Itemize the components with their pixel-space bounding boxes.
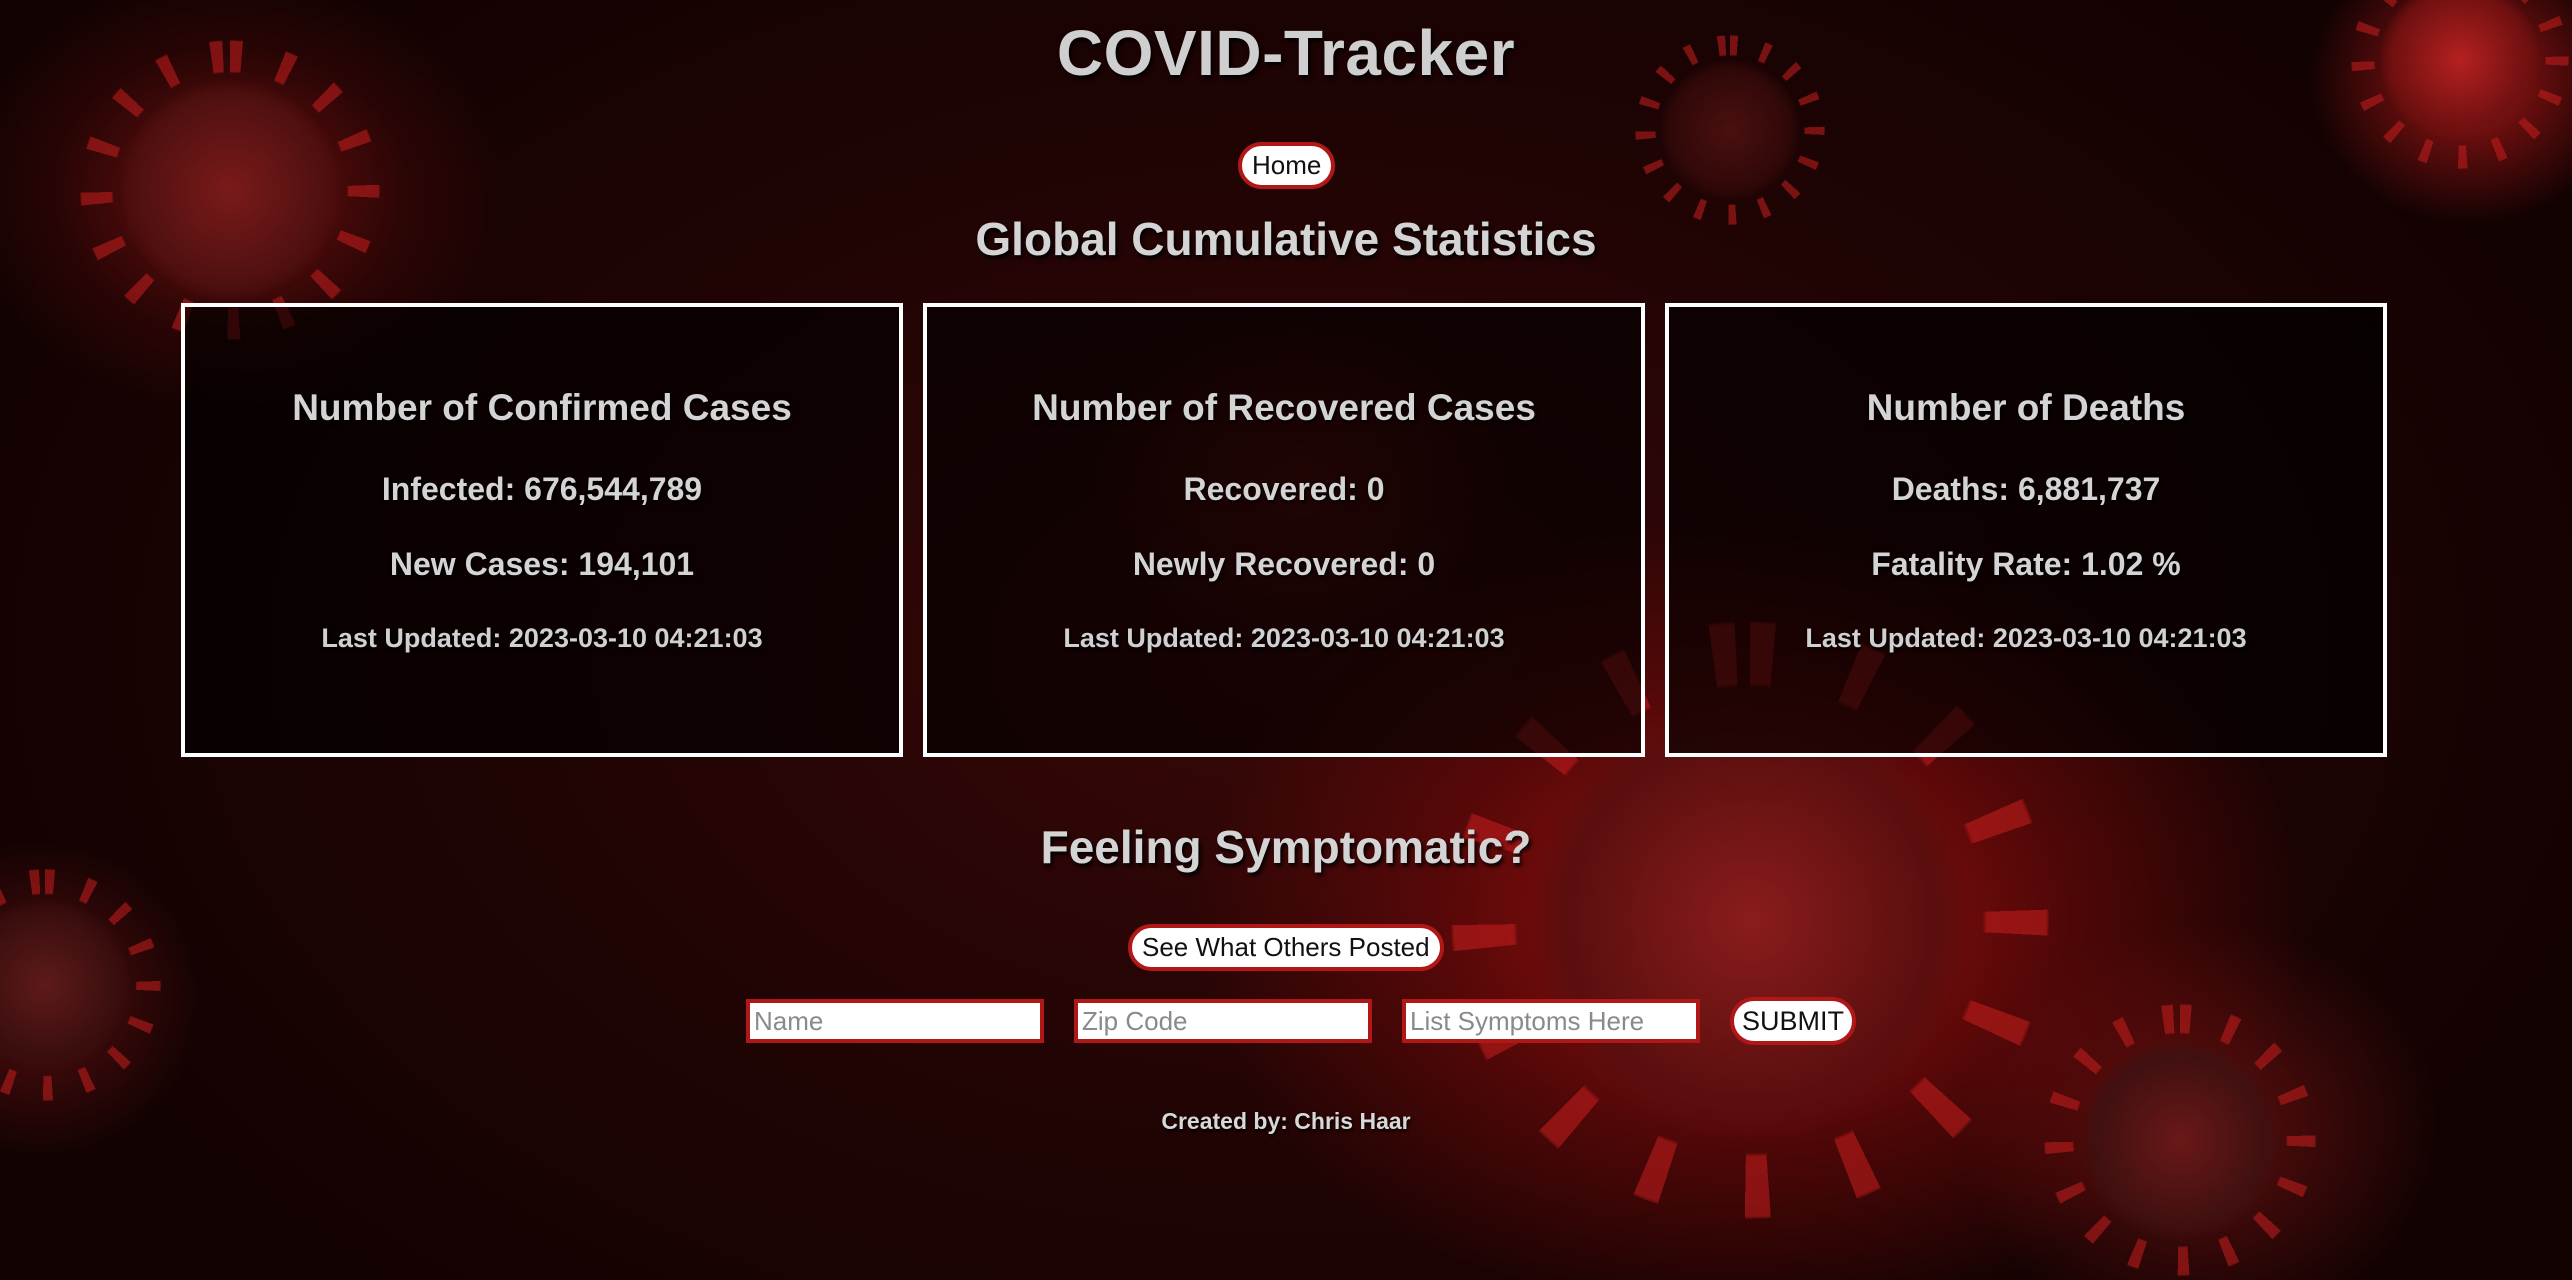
card-title: Number of Deaths — [1866, 387, 2186, 428]
card-title: Number of Recovered Cases — [1032, 387, 1536, 428]
fatality-rate: Fatality Rate: 1.02 % — [1871, 546, 2181, 582]
confirmed-cases-card: Number of Confirmed Cases Infected: 676,… — [181, 303, 903, 757]
symptoms-input[interactable] — [1402, 999, 1700, 1044]
page: COVID-Tracker Home Global Cumulative Sta… — [0, 0, 2572, 1280]
infected-count: Infected: 676,544,789 — [381, 471, 703, 507]
newly-recovered-count: Newly Recovered: 0 — [1132, 546, 1436, 582]
zip-code-input[interactable] — [1074, 999, 1372, 1044]
deaths-count: Deaths: 6,881,737 — [1891, 471, 2161, 507]
submit-button[interactable]: SUBMIT — [1730, 997, 1857, 1046]
symptom-form: SUBMIT — [746, 997, 1857, 1046]
card-title: Number of Confirmed Cases — [292, 387, 792, 428]
deaths-card: Number of Deaths Deaths: 6,881,737 Fatal… — [1665, 303, 2387, 757]
name-input[interactable] — [746, 999, 1044, 1044]
symptoms-heading: Feeling Symptomatic? — [1040, 821, 1532, 873]
see-others-posted-button[interactable]: See What Others Posted — [1128, 924, 1444, 972]
stats-heading: Global Cumulative Statistics — [975, 213, 1597, 265]
recovered-count: Recovered: 0 — [1183, 471, 1385, 507]
recovered-cases-card: Number of Recovered Cases Recovered: 0 N… — [923, 303, 1645, 757]
last-updated: Last Updated: 2023-03-10 04:21:03 — [1063, 623, 1505, 653]
home-button[interactable]: Home — [1238, 142, 1336, 190]
new-cases-count: New Cases: 194,101 — [389, 546, 695, 582]
last-updated: Last Updated: 2023-03-10 04:21:03 — [1805, 623, 2247, 653]
footer-credit: Created by: Chris Haar — [1161, 1108, 1411, 1134]
app-title: COVID-Tracker — [1056, 17, 1516, 89]
last-updated: Last Updated: 2023-03-10 04:21:03 — [321, 623, 763, 653]
